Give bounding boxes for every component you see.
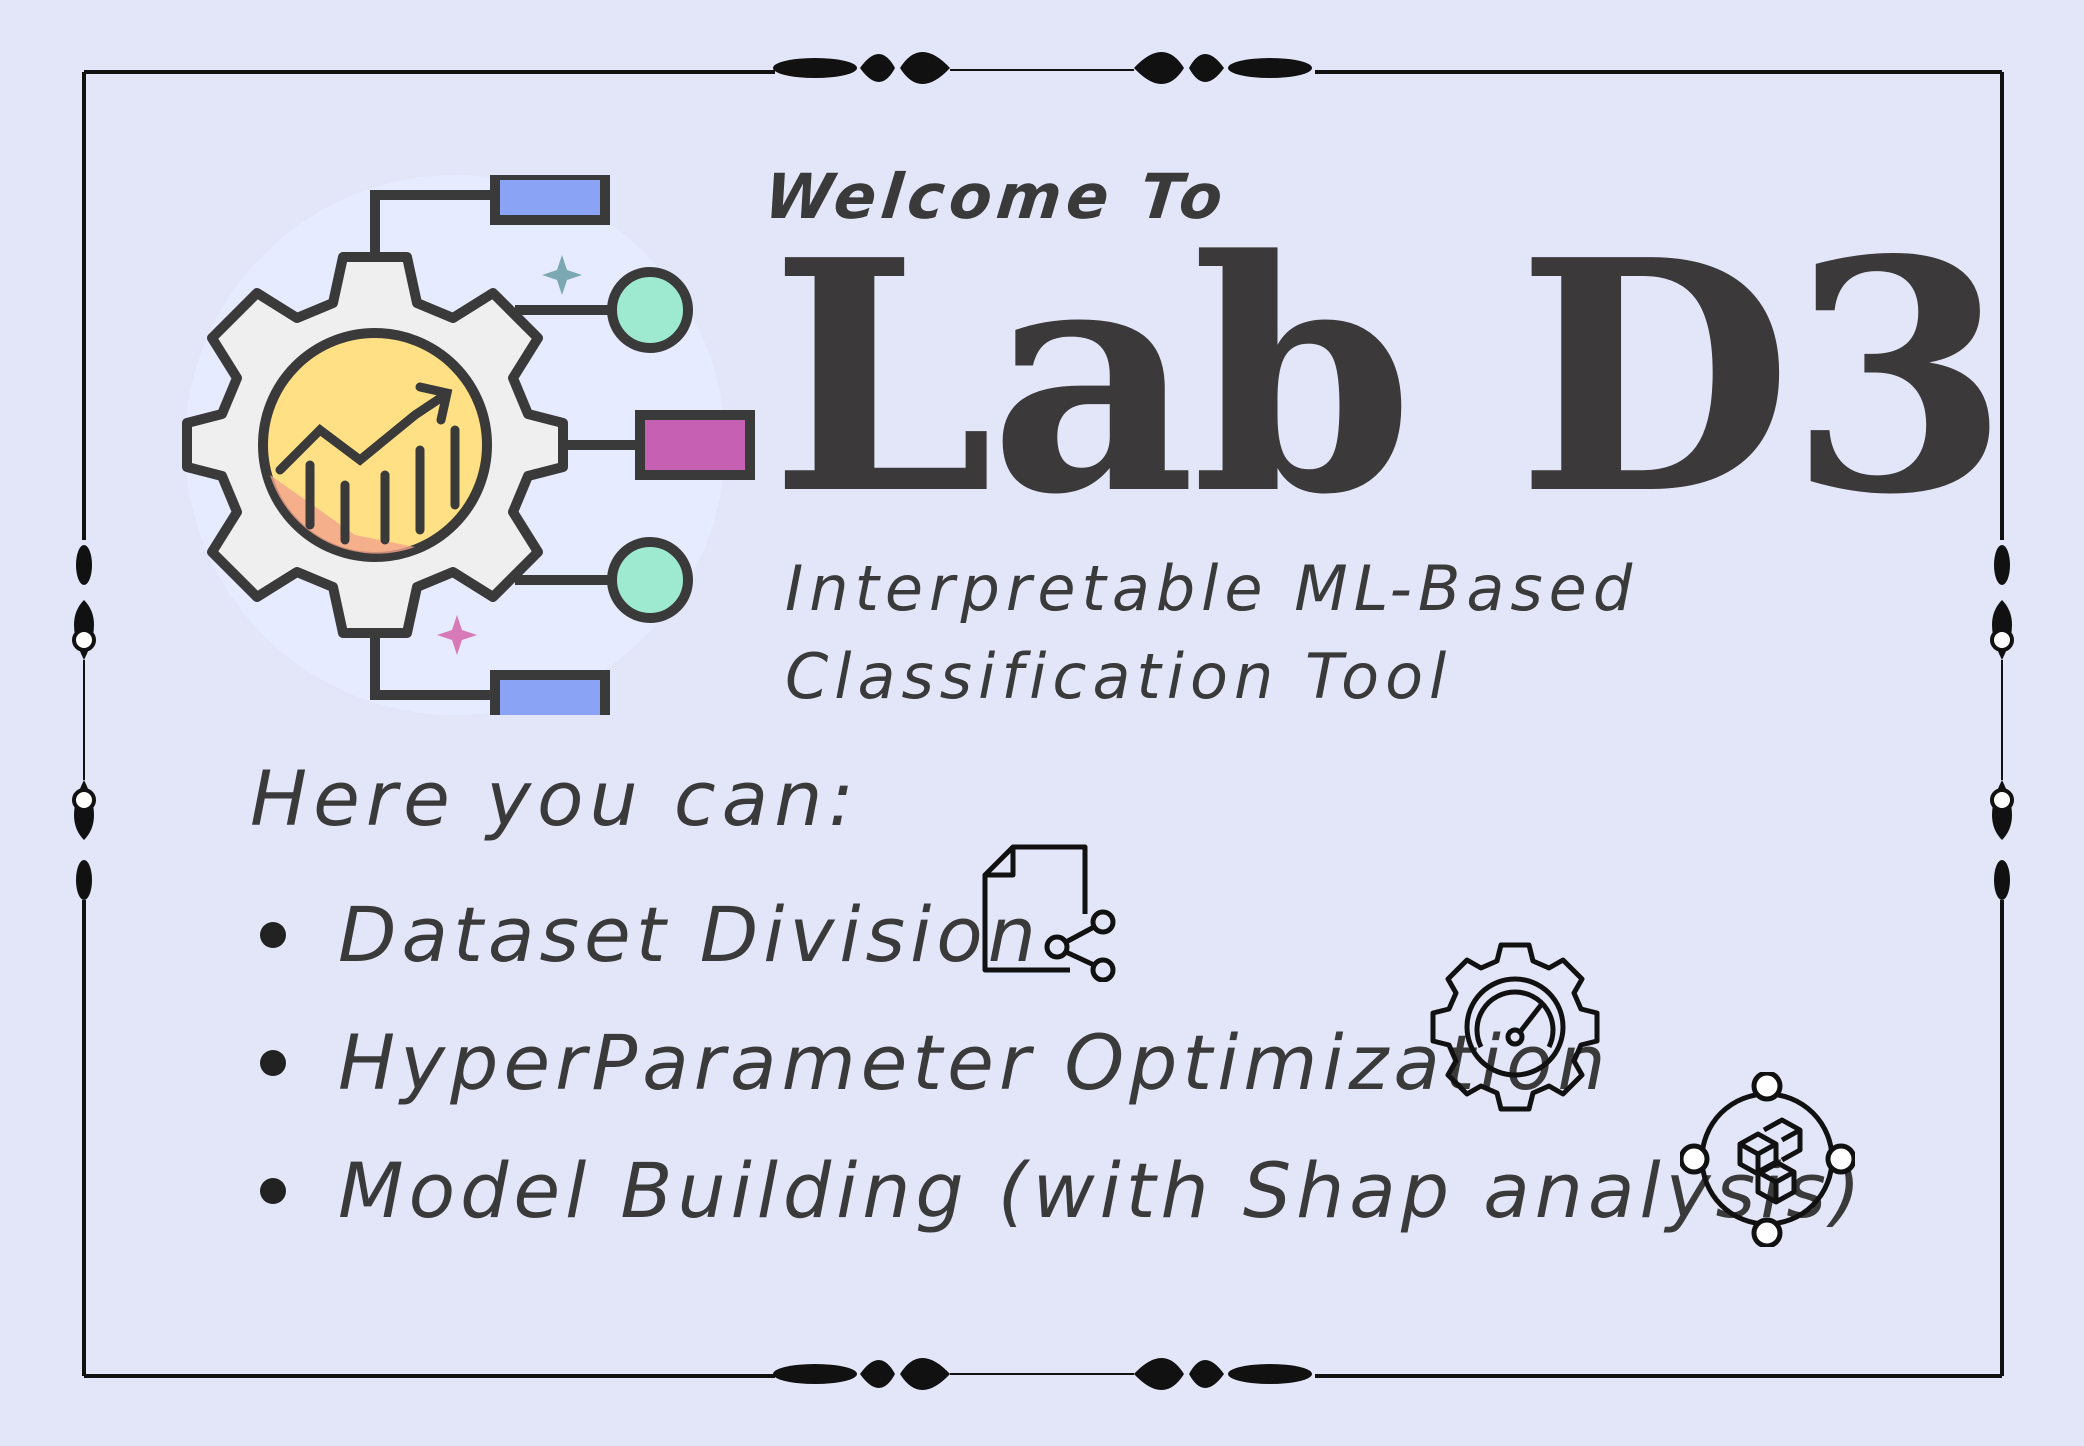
subtitle-line-1: Interpretable ML-Based — [785, 552, 1639, 625]
app-title: Lab D3 — [770, 190, 2010, 564]
feature-item-model-building: Model Building (with Shap analysis) — [260, 1146, 1866, 1235]
gear-gauge-icon — [1430, 942, 1600, 1112]
feature-label: Dataset Division — [338, 890, 1041, 979]
subtitle-line-2: Classification Tool — [785, 640, 1453, 713]
feature-item-hyperparameter-optimization: HyperParameter Optimization — [260, 1018, 1611, 1107]
bullet — [260, 1177, 286, 1204]
gear-analytics-icon — [182, 175, 755, 715]
top-ornament — [773, 52, 1312, 84]
feature-item-dataset-division: Dataset Division — [260, 890, 1041, 979]
subtitle: Interpretable ML-Based Classification To… — [785, 545, 1638, 721]
bullet — [260, 921, 286, 948]
feature-label: HyperParameter Optimization — [338, 1018, 1611, 1107]
cubes-network-icon — [1680, 1072, 1855, 1247]
bullet — [260, 1049, 286, 1076]
feature-label: Model Building (with Shap analysis) — [338, 1146, 1866, 1235]
file-share-icon — [982, 844, 1116, 982]
intro-text: Here you can: — [250, 754, 860, 843]
